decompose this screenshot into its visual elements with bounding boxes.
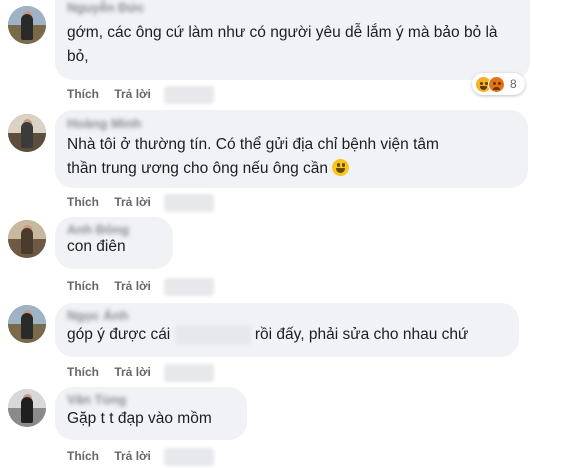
grinning-emoji	[332, 159, 350, 176]
comment-actions: Thích Trả lời	[67, 448, 226, 466]
comment-text: góp ý được cái rồi đấy, phải sửa cho nha…	[67, 324, 469, 345]
comment-author[interactable]: Nguyễn Đức	[67, 0, 518, 17]
reaction-count: 8	[510, 77, 517, 91]
like-link[interactable]: Thích	[67, 449, 99, 463]
like-link[interactable]: Thích	[67, 279, 99, 293]
comment-text: Gặp t t đạp vào mồm	[67, 410, 212, 427]
censored-timestamp	[164, 86, 215, 104]
comment-text: Nhà tôi ở thường tín. Có thể gửi địa chỉ…	[67, 136, 439, 177]
censored-timestamp	[164, 448, 215, 466]
avatar[interactable]	[8, 6, 46, 44]
reaction-summary[interactable]: 8	[472, 73, 525, 95]
censored-timestamp	[164, 364, 215, 382]
like-link[interactable]: Thích	[67, 195, 99, 209]
comment-text: gớm, các ông cứ làm như có người yêu dễ …	[67, 24, 502, 65]
comment-actions: Thích Trả lời	[67, 278, 226, 296]
avatar[interactable]	[8, 114, 46, 152]
censored-word	[174, 324, 251, 345]
comment-bubble: Anh Đông con điên	[55, 217, 173, 269]
comment-bubble: Nguyễn Đức gớm, các ông cứ làm như có ng…	[55, 0, 530, 80]
comment-author[interactable]: Hoàng Minh	[67, 116, 516, 133]
like-link[interactable]: Thích	[67, 365, 99, 379]
comment-bubble: Hoàng Minh Nhà tôi ở thường tín. Có thể …	[55, 110, 528, 188]
comment-actions: Thích Trả lời	[67, 194, 226, 212]
avatar[interactable]	[8, 389, 46, 427]
reply-link[interactable]: Trả lời	[114, 449, 151, 463]
reply-link[interactable]: Trả lời	[114, 279, 151, 293]
comment-author[interactable]: Anh Đông	[67, 222, 161, 239]
avatar[interactable]	[8, 220, 46, 258]
comment-actions: Thích Trả lời	[67, 86, 226, 104]
comment-bubble: Ngọc Ánh góp ý được cái rồi đấy, phải sử…	[55, 303, 519, 357]
comment-bubble: Văn Tùng Gặp t t đạp vào mồm	[55, 387, 247, 440]
angry-icon	[488, 75, 505, 93]
like-link[interactable]: Thích	[67, 87, 99, 101]
comment-author[interactable]: Văn Tùng	[67, 392, 235, 409]
reply-link[interactable]: Trả lời	[114, 195, 151, 209]
reply-link[interactable]: Trả lời	[114, 365, 151, 379]
comment-actions: Thích Trả lời	[67, 364, 226, 382]
reply-link[interactable]: Trả lời	[114, 87, 151, 101]
censored-timestamp	[164, 278, 215, 296]
avatar[interactable]	[8, 305, 46, 343]
comment-author[interactable]: Ngọc Ánh	[67, 308, 507, 325]
censored-timestamp	[164, 194, 215, 212]
